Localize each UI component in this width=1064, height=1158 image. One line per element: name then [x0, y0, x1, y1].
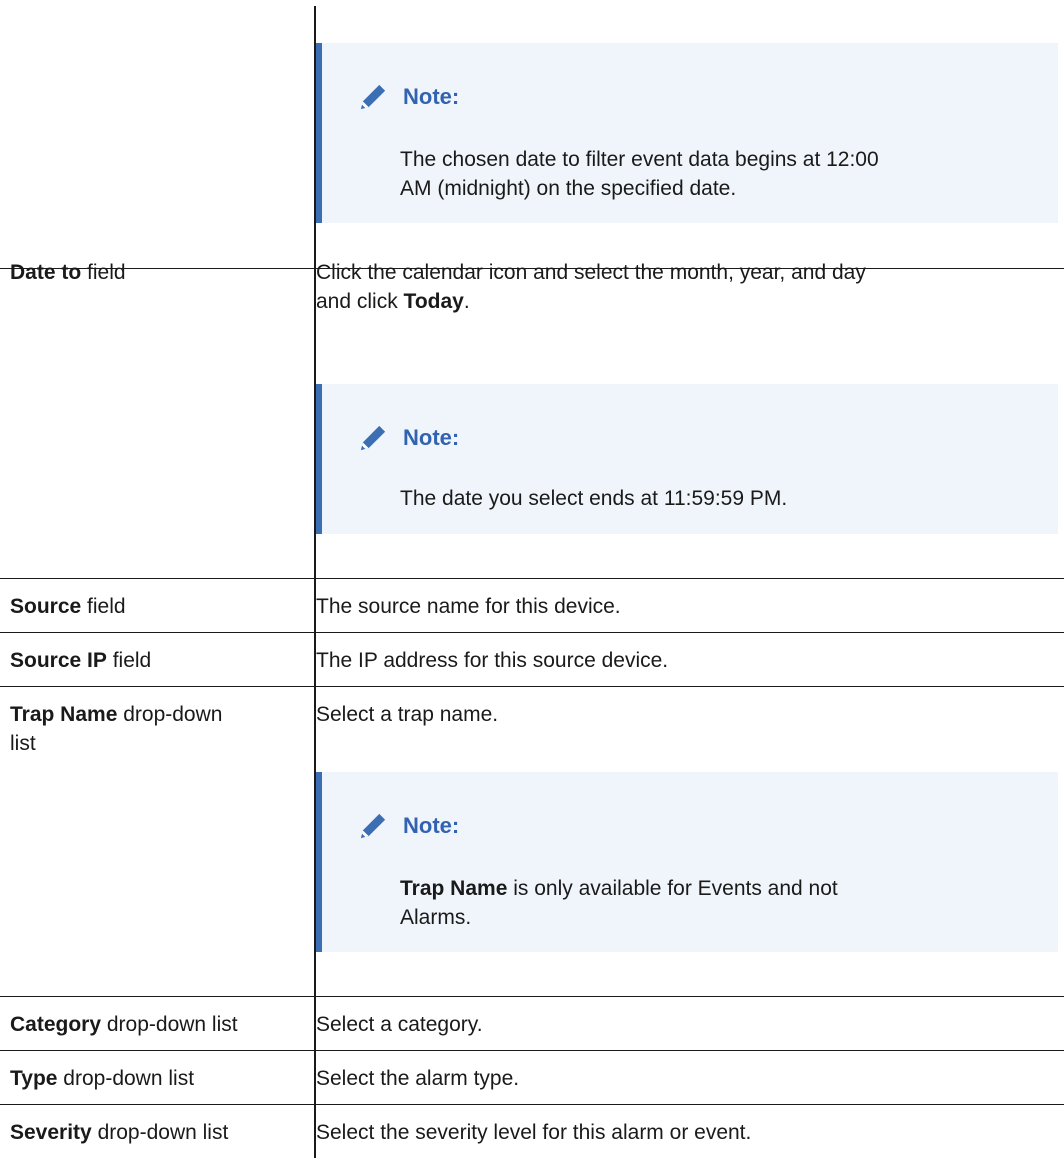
note-title: Note: — [403, 84, 460, 109]
note-header: Note: — [358, 422, 459, 453]
pencil-icon — [360, 425, 386, 451]
note-text: The date you select ends at 11:59:59 PM. — [400, 487, 788, 510]
row-divider — [0, 1104, 1064, 1105]
label-source-ip: Source IP field — [10, 649, 152, 672]
row-divider — [0, 578, 1064, 579]
desc-source: The source name for this device. — [316, 595, 621, 618]
note-box-date-to: Note: The date you select ends at 11:59:… — [316, 384, 1058, 534]
note-title: Note: — [403, 813, 460, 838]
note-header: Note: — [358, 81, 459, 112]
row-divider — [0, 686, 1064, 687]
label-trap-name: Trap Name drop-down list — [10, 703, 223, 755]
row-divider — [0, 1050, 1064, 1051]
label-date-to: Date to field — [10, 261, 126, 284]
label-type: Type drop-down list — [10, 1067, 195, 1090]
desc-severity: Select the severity level for this alarm… — [316, 1121, 752, 1144]
desc-source-ip: The IP address for this source device. — [316, 649, 669, 672]
pencil-icon — [360, 84, 386, 110]
note-box-date-from: Note: The chosen date to filter event da… — [316, 43, 1058, 223]
note-title: Note: — [403, 425, 460, 450]
desc-date-to: Click the calendar icon and select the m… — [316, 261, 866, 313]
note-box-trap-name: Note: Trap Name is only available for Ev… — [316, 772, 1058, 952]
row-divider — [0, 632, 1064, 633]
note-header: Note: — [358, 810, 459, 841]
pencil-icon — [360, 813, 386, 839]
label-category: Category drop-down list — [10, 1013, 238, 1036]
desc-category: Select a category. — [316, 1013, 483, 1036]
label-severity: Severity drop-down list — [10, 1121, 229, 1144]
label-source: Source field — [10, 595, 126, 618]
desc-trap-name: Select a trap name. — [316, 703, 499, 726]
note-text: Trap Name is only available for Events a… — [400, 877, 838, 929]
desc-type: Select the alarm type. — [316, 1067, 520, 1090]
row-divider — [0, 996, 1064, 997]
note-text: The chosen date to filter event data beg… — [400, 148, 879, 200]
